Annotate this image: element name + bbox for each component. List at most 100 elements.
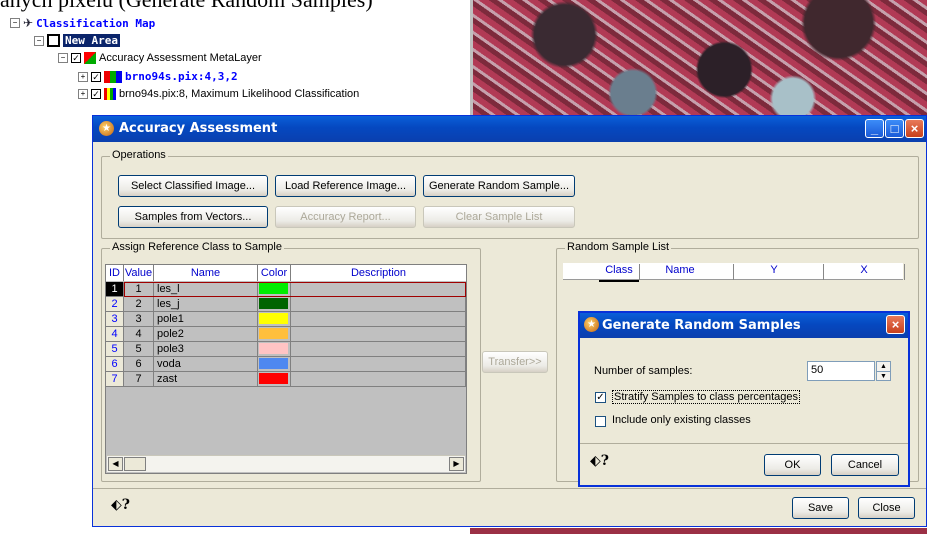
class-table[interactable]: ID Value Name Color Description 1 1 les_l 2…	[105, 264, 467, 474]
column-header-value[interactable]: Value	[124, 265, 154, 281]
cell-value[interactable]: 6	[124, 357, 154, 372]
include-existing-checkbox[interactable]	[595, 416, 606, 427]
collapse-icon[interactable]: −	[34, 35, 44, 46]
cell-color[interactable]	[258, 372, 291, 387]
scroll-thumb[interactable]	[124, 457, 146, 471]
column-header-name[interactable]: Name	[154, 265, 258, 281]
cell-description[interactable]	[291, 372, 466, 387]
generate-random-sample-button[interactable]: Generate Random Sample...	[423, 175, 575, 197]
tree-node-classification-map[interactable]: − ✈ Classification Map	[10, 16, 155, 30]
close-button[interactable]: Close	[858, 497, 915, 519]
table-row[interactable]: 5 5 pole3	[106, 342, 466, 357]
cell-name[interactable]: pole1	[154, 312, 258, 327]
table-row[interactable]: 3 3 pole1	[106, 312, 466, 327]
scroll-left-icon[interactable]: ◀	[108, 457, 123, 471]
spin-up-icon[interactable]: ▲	[877, 362, 890, 372]
random-header-name[interactable]: Name	[639, 264, 720, 280]
assign-reference-label: Assign Reference Class to Sample	[110, 241, 284, 253]
tree-node-layer1[interactable]: + ✓ brno94s.pix:4,3,2	[78, 70, 238, 83]
stratify-checkbox[interactable]: ✓	[595, 392, 606, 403]
select-classified-image-button[interactable]: Select Classified Image...	[118, 175, 268, 197]
spin-down-icon[interactable]: ▼	[877, 372, 890, 381]
ok-button[interactable]: OK	[764, 454, 821, 476]
random-header-y[interactable]: Y	[733, 264, 814, 280]
expand-icon[interactable]: +	[78, 89, 88, 99]
cell-id[interactable]: 3	[106, 312, 124, 327]
cell-description[interactable]	[291, 342, 466, 357]
maximize-button[interactable]: □	[885, 119, 904, 138]
cell-id[interactable]: 5	[106, 342, 124, 357]
cell-id[interactable]: 2	[106, 297, 124, 312]
dialog-help-icon[interactable]: ⬖?	[590, 453, 609, 469]
cell-description[interactable]	[291, 282, 466, 297]
map-icon: ✈	[23, 16, 34, 30]
cell-name[interactable]: voda	[154, 357, 258, 372]
table-row[interactable]: 4 4 pole2	[106, 327, 466, 342]
cell-value[interactable]: 2	[124, 297, 154, 312]
window-titlebar[interactable]: ★ Accuracy Assessment _ □ ×	[93, 116, 926, 142]
cell-description[interactable]	[291, 327, 466, 342]
cell-value[interactable]: 5	[124, 342, 154, 357]
dialog-close-button[interactable]: ×	[886, 315, 905, 334]
cell-id[interactable]: 7	[106, 372, 124, 387]
tree-node-new-area[interactable]: − New Area	[34, 34, 120, 47]
page-caption: anych pixelu (Generate Random Samples)	[0, 0, 373, 13]
column-header-id[interactable]: ID	[106, 265, 124, 281]
collapse-icon[interactable]: −	[58, 53, 68, 63]
close-window-button[interactable]: ×	[905, 119, 924, 138]
load-reference-image-button[interactable]: Load Reference Image...	[275, 175, 416, 197]
cell-id[interactable]: 4	[106, 327, 124, 342]
cell-color[interactable]	[258, 357, 291, 372]
random-header-class[interactable]: Class	[599, 264, 639, 282]
cell-color[interactable]	[258, 327, 291, 342]
visibility-checkbox[interactable]: ✓	[91, 89, 101, 99]
cell-color[interactable]	[258, 282, 291, 297]
samples-from-vectors-button[interactable]: Samples from Vectors...	[118, 206, 268, 228]
cell-name[interactable]: les_l	[154, 282, 258, 297]
visibility-checkbox[interactable]: ✓	[71, 53, 81, 63]
minimize-button[interactable]: _	[865, 119, 884, 138]
tree-node-metalayer[interactable]: − ✓ Accuracy Assessment MetaLayer	[58, 52, 262, 64]
visibility-checkbox[interactable]: ✓	[91, 71, 101, 82]
cell-color[interactable]	[258, 342, 291, 357]
stratify-label[interactable]: Stratify Samples to class percentages	[612, 390, 801, 404]
cell-value[interactable]: 7	[124, 372, 154, 387]
help-icon[interactable]: ⬖?	[111, 497, 130, 513]
dialog-titlebar[interactable]: ★ Generate Random Samples ×	[580, 313, 908, 338]
satellite-image-view[interactable]	[470, 0, 927, 116]
save-button[interactable]: Save	[792, 497, 849, 519]
num-samples-spinner[interactable]: ▲ ▼	[876, 361, 891, 381]
cell-name[interactable]: pole2	[154, 327, 258, 342]
cell-id[interactable]: 6	[106, 357, 124, 372]
expand-icon[interactable]: +	[78, 71, 88, 82]
column-header-description[interactable]: Description	[291, 265, 466, 281]
cell-value[interactable]: 4	[124, 327, 154, 342]
cell-description[interactable]	[291, 297, 466, 312]
cell-value[interactable]: 3	[124, 312, 154, 327]
cancel-button[interactable]: Cancel	[831, 454, 899, 476]
cell-description[interactable]	[291, 312, 466, 327]
num-samples-input[interactable]: 50	[807, 361, 875, 381]
cell-name[interactable]: pole3	[154, 342, 258, 357]
table-row[interactable]: 1 1 les_l	[106, 282, 466, 297]
column-header-color[interactable]: Color	[258, 265, 291, 281]
table-row[interactable]: 2 2 les_j	[106, 297, 466, 312]
cell-description[interactable]	[291, 357, 466, 372]
random-header-x[interactable]: X	[823, 264, 905, 280]
classification-layer-icon	[104, 88, 116, 100]
cell-color[interactable]	[258, 297, 291, 312]
table-row[interactable]: 7 7 zast	[106, 372, 466, 387]
cell-color[interactable]	[258, 312, 291, 327]
horizontal-scrollbar[interactable]: ◀ ▶	[107, 455, 465, 472]
cell-value[interactable]: 1	[124, 282, 154, 297]
cell-name[interactable]: zast	[154, 372, 258, 387]
cell-name[interactable]: les_j	[154, 297, 258, 312]
scroll-right-icon[interactable]: ▶	[449, 457, 464, 471]
tree-node-layer2[interactable]: + ✓ brno94s.pix:8, Maximum Likelihood Cl…	[78, 88, 359, 100]
include-existing-label[interactable]: Include only existing classes	[612, 414, 751, 426]
operations-label: Operations	[110, 149, 168, 161]
table-row[interactable]: 6 6 voda	[106, 357, 466, 372]
color-swatch	[259, 358, 288, 369]
cell-id[interactable]: 1	[106, 282, 124, 297]
collapse-icon[interactable]: −	[10, 18, 20, 28]
